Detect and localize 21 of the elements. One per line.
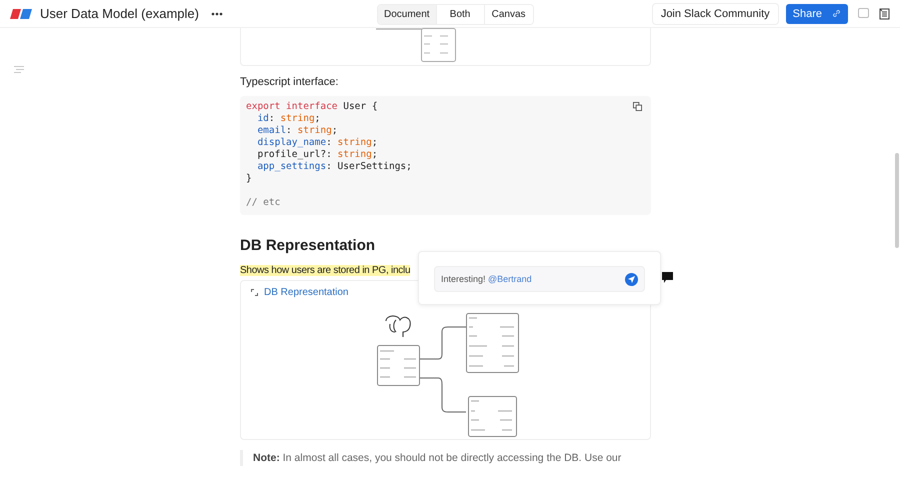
section-heading: DB Representation	[240, 237, 376, 254]
copy-icon[interactable]	[633, 102, 642, 111]
comment-input-field[interactable]: Interesting! @Bertrand	[434, 266, 645, 292]
send-icon	[628, 276, 635, 282]
panel-icon[interactable]	[879, 8, 890, 20]
send-button[interactable]	[625, 272, 638, 286]
highlighted-text: Shows how users are stored in PG, inclu	[240, 265, 410, 276]
code-block: export interface User { id: string; email: string; display_name: string; profile_url?: string; app_settings: UserSettings; } // etc	[240, 96, 651, 215]
logo-icon	[10, 8, 32, 18]
document-title: User Data Model (example)	[40, 6, 199, 21]
more-icon[interactable]	[210, 12, 223, 16]
view-tab[interactable]: Document	[378, 5, 437, 24]
join-community-button[interactable]: Join Slack Community	[652, 2, 779, 24]
paragraph-text: Typescript interface:	[240, 76, 340, 88]
embed-link[interactable]: DB Representation	[264, 287, 348, 298]
share-button[interactable]: Share	[786, 4, 848, 24]
link-icon	[832, 9, 841, 18]
note-text: Note: In almost all cases, you should not be directly accessing the DB. Use our	[240, 450, 651, 466]
expand-icon[interactable]	[251, 289, 258, 296]
scrollbar[interactable]	[895, 153, 899, 248]
comment-icon[interactable]	[662, 272, 673, 283]
